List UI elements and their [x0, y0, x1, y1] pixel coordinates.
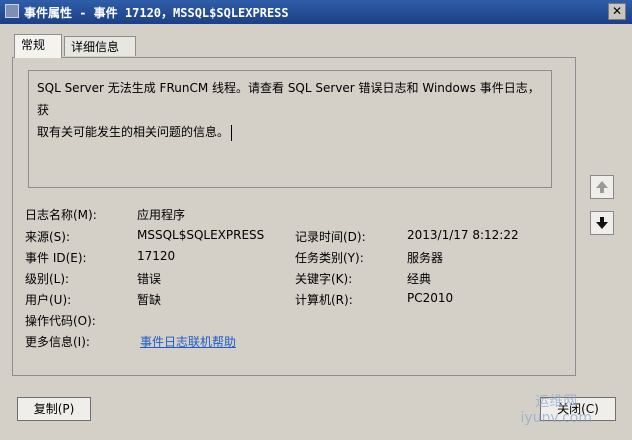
previous-event-button[interactable]: [590, 175, 614, 199]
logged-value: 2013/1/17 8:12:22: [407, 228, 519, 242]
level-label: 级别(L):: [25, 272, 70, 286]
level-value: 错误: [137, 272, 162, 286]
copy-button[interactable]: 复制(P): [17, 397, 91, 421]
event-viewer-icon: [5, 4, 19, 18]
next-event-button[interactable]: [590, 211, 614, 235]
opcode-label: 操作代码(O):: [25, 314, 96, 328]
arrow-up-icon: [596, 181, 608, 193]
window-close-button[interactable]: ✕: [608, 3, 626, 20]
message-line-2: 取有关可能发生的相关问题的信息。: [37, 125, 230, 139]
watermark: 运维网 iyunv.com: [520, 394, 592, 426]
source-label: 来源(S):: [25, 230, 71, 244]
title-bar: 事件属性 - 事件 17120，MSSQL$SQLEXPRESS ✕: [0, 0, 632, 24]
event-log-help-link[interactable]: 事件日志联机帮助: [140, 333, 236, 350]
general-panel: SQL Server 无法生成 FRunCM 线程。请查看 SQL Server…: [12, 57, 576, 376]
keywords-value: 经典: [407, 272, 432, 286]
window-title: 事件属性 - 事件 17120，MSSQL$SQLEXPRESS: [24, 6, 289, 20]
event-message-box[interactable]: SQL Server 无法生成 FRunCM 线程。请查看 SQL Server…: [28, 70, 552, 188]
event-fields: 日志名称(M): 应用程序 来源(S): MSSQL$SQLEXPRESS 记录…: [25, 206, 565, 366]
message-line-1: SQL Server 无法生成 FRunCM 线程。请查看 SQL Server…: [37, 81, 540, 117]
arrow-down-icon: [596, 217, 608, 229]
tab-general[interactable]: 常规: [14, 34, 62, 58]
text-caret: [231, 124, 233, 141]
event-id-value: 17120: [137, 249, 176, 263]
user-label: 用户(U):: [25, 293, 72, 307]
logged-label: 记录时间(D):: [295, 230, 366, 244]
keywords-label: 关键字(K):: [295, 272, 353, 286]
task-category-label: 任务类别(Y):: [295, 251, 364, 265]
source-value: MSSQL$SQLEXPRESS: [137, 228, 265, 242]
tab-details[interactable]: 详细信息: [64, 36, 136, 56]
computer-value: PC2010: [407, 291, 454, 305]
computer-label: 计算机(R):: [295, 293, 353, 307]
event-id-label: 事件 ID(E):: [25, 251, 87, 265]
log-name-value: 应用程序: [137, 208, 186, 222]
log-name-label: 日志名称(M):: [25, 208, 97, 222]
more-info-label: 更多信息(I):: [25, 335, 90, 349]
task-category-value: 服务器: [407, 251, 444, 265]
user-value: 暂缺: [137, 293, 162, 307]
